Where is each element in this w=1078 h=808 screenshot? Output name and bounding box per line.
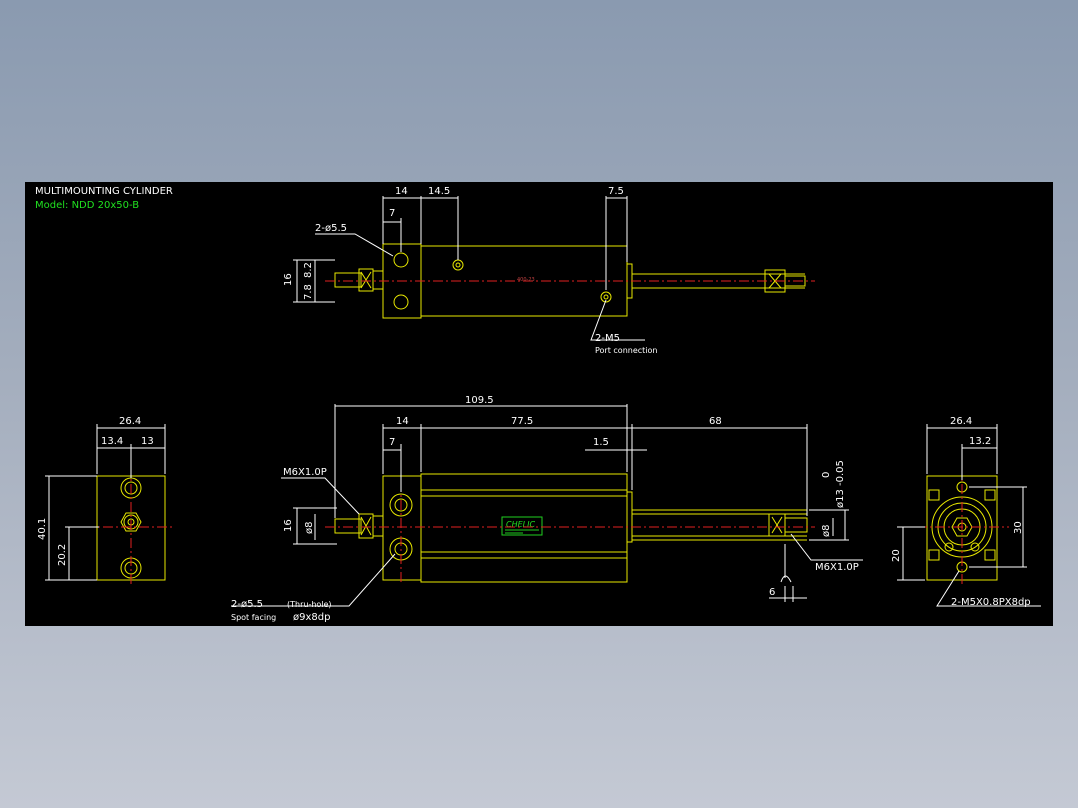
left-dim-13: 13 <box>141 436 154 447</box>
front-view-brand: CHELIC <box>506 520 535 529</box>
left-end-view: 26.4 13.4 13 40.1 20.2 <box>37 416 175 586</box>
right-dim-26-4: 26.4 <box>950 416 972 427</box>
front-dim-7: 7 <box>389 437 395 448</box>
front-dim-1-5: 1.5 <box>593 437 609 448</box>
front-thread-right: M6X1.0P <box>815 562 859 573</box>
top-view-port-left <box>452 259 464 271</box>
front-hole-note: (Thru-hole) <box>287 600 332 609</box>
top-view-center-mark: 400-23 <box>517 277 535 283</box>
top-view-hole-lower <box>393 294 409 310</box>
top-view-hole-upper <box>393 252 409 268</box>
cad-drawing: MULTIMOUNTING CYLINDER Model: NDD 20x50-… <box>35 186 1041 623</box>
drawing-model: Model: NDD 20x50-B <box>35 200 139 211</box>
top-dim-14: 14 <box>395 186 408 197</box>
top-view: 400-23 14 14.5 7.5 7 16 7.8 8.2 2-ø5.5 2… <box>283 186 815 355</box>
front-hole-label: 2-ø5.5 <box>231 599 263 610</box>
top-port-note: Port connection <box>595 346 657 355</box>
front-view-left-rod <box>334 518 362 534</box>
right-dim-13-2: 13.2 <box>969 436 991 447</box>
top-dim-14-5: 14.5 <box>428 186 450 197</box>
front-view-flange <box>382 475 422 581</box>
left-dim-13-4: 13.4 <box>101 436 123 447</box>
right-dim-30: 30 <box>1013 521 1024 534</box>
front-dim-6: 6 <box>769 587 775 598</box>
front-dim-109-5: 109.5 <box>465 395 494 406</box>
left-dim-26-4: 26.4 <box>119 416 141 427</box>
front-thread-left: M6X1.0P <box>283 467 327 478</box>
left-dim-40-1: 40.1 <box>37 518 48 540</box>
top-dim-16: 16 <box>283 273 294 286</box>
right-end-view: 26.4 13.2 30 20 2-M5X0.8PX8dp <box>891 416 1041 608</box>
right-dim-20: 20 <box>891 549 902 562</box>
front-view: CHELIC 109.5 14 77.5 68 7 1.5 16 ø8 ø8 ø… <box>231 395 863 623</box>
front-dim-16: 16 <box>283 519 294 532</box>
cad-drawing-canvas[interactable]: MULTIMOUNTING CYLINDER Model: NDD 20x50-… <box>25 182 1053 626</box>
top-hole-label: 2-ø5.5 <box>315 223 347 234</box>
front-dim-dia13-upper: 0 <box>821 472 832 478</box>
top-dim-7-8: 7.8 <box>303 284 314 300</box>
front-view-head <box>626 491 633 543</box>
front-dim-68: 68 <box>709 416 722 427</box>
top-port-label: 2-M5 <box>595 333 620 344</box>
front-spot-value: ø9x8dp <box>293 612 330 623</box>
front-dim-dia8-right: ø8 <box>821 525 832 537</box>
front-dim-14: 14 <box>396 416 409 427</box>
front-dim-77-5: 77.5 <box>511 416 533 427</box>
left-dim-20-2: 20.2 <box>57 544 68 566</box>
front-dim-dia13-tol: ø13 -0.05 <box>835 460 846 508</box>
front-dim-dia8-left: ø8 <box>304 522 315 534</box>
top-dim-7: 7 <box>389 208 395 219</box>
top-view-left-rod <box>334 272 362 288</box>
drawing-title: MULTIMOUNTING CYLINDER <box>35 186 173 197</box>
top-dim-7-5: 7.5 <box>608 186 624 197</box>
right-thread-label: 2-M5X0.8PX8dp <box>951 597 1031 608</box>
top-dim-8-2: 8.2 <box>303 262 314 278</box>
front-spot-label: Spot facing <box>231 613 276 622</box>
